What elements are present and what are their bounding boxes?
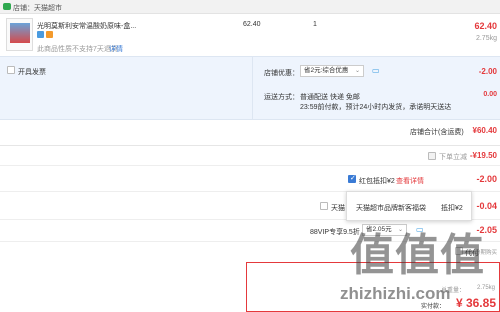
quantity: 1 (313, 21, 317, 28)
store-total-value: ¥60.40 (472, 126, 497, 135)
popup-value: 抵扣¥2 (441, 205, 463, 212)
store-total-label: 店铺合计(含运费) (410, 129, 464, 136)
product-title[interactable]: 光明莫斯利安常温酸奶原味-盒... (37, 21, 136, 31)
shop-header: 店铺：天猫超市 (0, 0, 500, 14)
watermark-glyphs: 值值值 (350, 231, 485, 280)
chat-icon[interactable]: ▭ (372, 66, 380, 75)
order-options-panel: 开具发票 店铺优惠： 省2元:综合优惠 ⌄ ▭ -2.00 运送方式： 普通配送 … (0, 56, 500, 121)
instant-discount-amount: -¥19.50 (469, 151, 497, 160)
item-subtotal: 62.40 (474, 21, 497, 31)
shipping-price: 0.00 (483, 91, 497, 98)
tmall-logo-icon (3, 3, 11, 10)
total-weight: 2.75kg (476, 285, 495, 291)
paid-value: ¥ 36.85 (455, 296, 496, 310)
store-discount-select[interactable]: 省2元:综合优惠 ⌄ (300, 65, 364, 77)
red-packet-amount: -2.00 (476, 174, 497, 184)
shop-label[interactable]: 店铺：天猫超市 (13, 3, 62, 13)
return-note: 此商品性质不支持7天退货 (37, 46, 118, 53)
invoice-label[interactable]: 开具发票 (18, 67, 46, 77)
store-discount-amount: -2.00 (478, 67, 497, 76)
instant-discount-label: 下单立减 (439, 154, 467, 161)
product-thumbnail[interactable] (6, 18, 33, 51)
red-packet-checkbox[interactable] (348, 174, 356, 183)
store-discount-label: 店铺优惠： (264, 70, 299, 77)
return-note-link[interactable]: 详情 (109, 44, 123, 54)
tag-icon (46, 31, 53, 38)
instant-discount-checkbox[interactable] (428, 152, 436, 160)
tmall-discount-label: 天猫 (331, 205, 345, 212)
item-weight: 2.75kg (475, 35, 497, 42)
red-packet-details-link[interactable]: 查看详情 (396, 176, 424, 186)
chevron-down-icon: ⌄ (354, 68, 360, 74)
store-total-row: 店铺合计(含运费) ¥60.40 (0, 120, 500, 146)
red-packet-popup: 天猫超市品牌新客福袋 抵扣¥2 (346, 191, 472, 221)
tag-icon (37, 31, 44, 38)
instant-discount-row: 下单立减 -¥19.50 (0, 146, 500, 166)
product-row: 光明莫斯利安常温酸奶原味-盒... 此商品性质不支持7天退货 详情 62.40 … (0, 14, 500, 56)
popup-text[interactable]: 天猫超市品牌新客福袋 (356, 203, 426, 213)
tmall-discount-amount: -0.04 (476, 201, 497, 211)
shipping-label: 运送方式： (264, 94, 299, 101)
unit-price: 62.40 (243, 21, 261, 28)
red-packet-label[interactable]: 红包抵扣¥2 (359, 176, 395, 186)
red-packet-row: 红包抵扣¥2 查看详情 -2.00 (0, 166, 500, 192)
invoice-checkbox[interactable] (7, 66, 15, 74)
watermark-site: zhizhizhi.com (340, 284, 451, 303)
shipping-eta: 23:59前付款，预计24小时内发货，承诺明天送达 (300, 104, 452, 111)
tmall-discount-checkbox[interactable] (320, 202, 328, 210)
shipping-method: 普通配送 快递 免邮 (300, 94, 360, 101)
